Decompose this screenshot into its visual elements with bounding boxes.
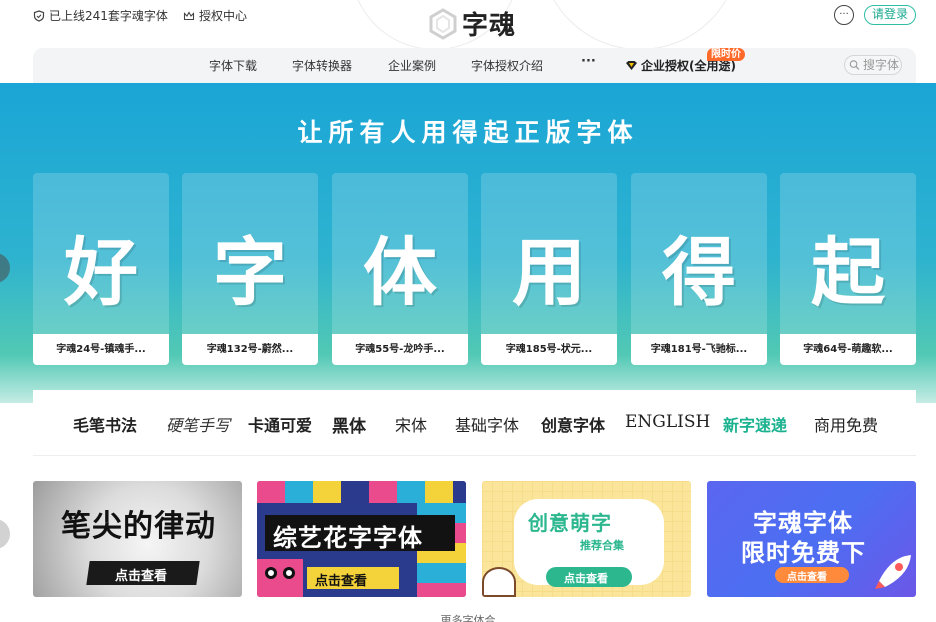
promo-mascot-bg bbox=[257, 559, 303, 597]
hamster-icon bbox=[482, 567, 516, 597]
font-card-name: 字魂64号-萌趣软... bbox=[780, 334, 916, 365]
promo-stripes bbox=[257, 481, 466, 503]
font-card-name: 字魂132号-蔚然... bbox=[182, 334, 318, 365]
login-button[interactable]: 请登录 bbox=[864, 5, 916, 25]
promo-cta: 点击查看 bbox=[787, 572, 827, 583]
promo-cta: 点击查看 bbox=[564, 572, 608, 585]
promo-title: 笔尖的律动 bbox=[61, 509, 216, 544]
top-bar: 已上线241套字魂字体 授权中心 字魂 ··· 请登录 bbox=[0, 0, 936, 50]
nav-more-button[interactable]: ··· bbox=[581, 54, 596, 69]
font-card-name: 字魂185号-状元... bbox=[481, 334, 617, 365]
hero-banner: 让所有人用得起正版字体 好 字魂24号-镇魂手... 字 字魂132号-蔚然..… bbox=[0, 83, 936, 403]
category-new-fonts[interactable]: 新字速递 bbox=[723, 412, 787, 436]
sale-badge: 限时价 bbox=[707, 48, 745, 61]
more-fonts-label[interactable]: 更多字体合 bbox=[0, 612, 936, 622]
category-english[interactable]: ENGLISH bbox=[625, 412, 710, 432]
promo-cta: 点击查看 bbox=[315, 574, 368, 589]
nav-item-font-download[interactable]: 字体下载 bbox=[209, 57, 257, 74]
search-box[interactable] bbox=[844, 55, 902, 75]
crown-icon bbox=[183, 10, 195, 20]
font-card[interactable]: 起 字魂64号-萌趣软... bbox=[780, 173, 916, 365]
shield-icon bbox=[33, 9, 45, 22]
font-card[interactable]: 字 字魂132号-蔚然... bbox=[182, 173, 318, 365]
promo-title-line2: 限时免费下 bbox=[741, 539, 866, 567]
font-card-glyph: 用 bbox=[512, 230, 586, 316]
font-card-glyph: 体 bbox=[363, 230, 437, 316]
promo-title: 综艺花字字体 bbox=[273, 524, 423, 552]
category-pen-handwriting[interactable]: 硬笔手写 bbox=[166, 412, 230, 436]
font-card-name: 字魂181号-飞驰标... bbox=[631, 334, 767, 365]
rocket-icon bbox=[875, 555, 911, 589]
auth-center-label: 授权中心 bbox=[199, 9, 248, 23]
category-free-commercial[interactable]: 商用免费 bbox=[814, 412, 878, 436]
nav-item-license-intro[interactable]: 字体授权介绍 bbox=[471, 57, 543, 74]
promo-card-variety[interactable]: 综艺花字字体 点击查看 bbox=[257, 481, 466, 597]
carousel-prev-arrow[interactable] bbox=[0, 253, 10, 283]
search-input[interactable] bbox=[863, 58, 901, 72]
main-nav: 字体下载 字体转换器 企业案例 字体授权介绍 ··· 企业授权(全用途) 限时价 bbox=[33, 48, 916, 83]
eye-icon bbox=[283, 567, 295, 579]
search-icon bbox=[849, 60, 860, 70]
diamond-icon bbox=[626, 61, 637, 70]
font-card-glyph: 得 bbox=[662, 230, 736, 316]
font-card[interactable]: 好 字魂24号-镇魂手... bbox=[33, 173, 169, 365]
font-card[interactable]: 体 字魂55号-龙吟手... bbox=[332, 173, 468, 365]
category-heiti[interactable]: 黑体 bbox=[332, 412, 366, 437]
nav-item-enterprise-cases[interactable]: 企业案例 bbox=[388, 57, 436, 74]
category-songti[interactable]: 宋体 bbox=[395, 412, 427, 436]
decor-circle bbox=[540, 0, 740, 50]
page: 已上线241套字魂字体 授权中心 字魂 ··· 请登录 字体下载 字体转换器 企… bbox=[0, 0, 936, 622]
auth-center-link[interactable]: 授权中心 bbox=[183, 7, 247, 24]
category-cartoon[interactable]: 卡通可爱 bbox=[248, 412, 312, 436]
logo-mark-icon bbox=[429, 7, 457, 40]
font-card-glyph: 字 bbox=[213, 230, 287, 316]
font-card-name: 字魂24号-镇魂手... bbox=[33, 334, 169, 365]
chat-icon[interactable]: ··· bbox=[834, 5, 854, 25]
site-logo[interactable]: 字魂 bbox=[428, 5, 516, 42]
category-basic[interactable]: 基础字体 bbox=[455, 412, 519, 436]
promo-prev-arrow[interactable] bbox=[0, 519, 10, 549]
promo-card-brush[interactable]: 笔尖的律动 点击查看 bbox=[33, 481, 242, 597]
promo-card-free[interactable]: 字魂字体 限时免费下 点击查看 bbox=[707, 481, 916, 597]
font-card-name: 字魂55号-龙吟手... bbox=[332, 334, 468, 365]
online-count: 已上线241套字魂字体 bbox=[33, 7, 168, 24]
promo-title: 创意萌字 bbox=[528, 511, 612, 535]
online-count-text: 已上线241套字魂字体 bbox=[49, 9, 168, 23]
logo-text: 字魂 bbox=[462, 11, 517, 41]
category-creative[interactable]: 创意字体 bbox=[541, 412, 605, 436]
promo-cta: 点击查看 bbox=[115, 569, 168, 584]
font-card-glyph: 好 bbox=[64, 230, 138, 316]
eye-icon bbox=[265, 567, 277, 579]
promo-subtitle: 推荐合集 bbox=[580, 539, 624, 552]
nav-item-font-converter[interactable]: 字体转换器 bbox=[292, 57, 352, 74]
promo-card-cute[interactable]: 创意萌字 推荐合集 点击查看 bbox=[482, 481, 691, 597]
category-bar: 毛笔书法 硬笔手写 卡通可爱 黑体 宋体 基础字体 创意字体 ENGLISH 新… bbox=[33, 390, 916, 456]
font-card-glyph: 起 bbox=[811, 230, 885, 316]
banner-title: 让所有人用得起正版字体 bbox=[297, 118, 639, 147]
font-card[interactable]: 用 字魂185号-状元... bbox=[481, 173, 617, 365]
font-card[interactable]: 得 字魂181号-飞驰标... bbox=[631, 173, 767, 365]
category-calligraphy[interactable]: 毛笔书法 bbox=[73, 412, 137, 436]
